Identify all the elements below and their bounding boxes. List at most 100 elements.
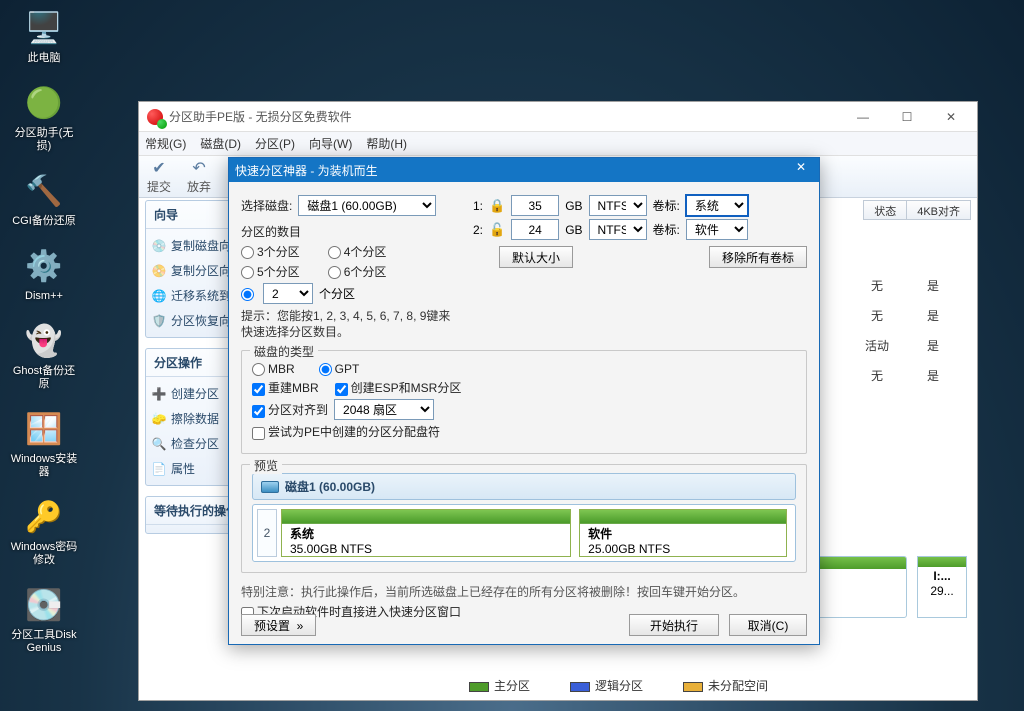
radio-6[interactable]: 6个分区 xyxy=(328,263,387,280)
radio-5[interactable]: 5个分区 xyxy=(241,263,300,280)
app-title: 分区助手PE版 - 无损分区免费软件 xyxy=(169,108,841,125)
desktop-icon-0[interactable]: 🖥️此电脑 xyxy=(8,8,80,65)
desktop-icon-label: 此电脑 xyxy=(8,52,80,65)
desktop-icon-7[interactable]: 💽 分区工具DiskGenius xyxy=(8,585,80,655)
desktop-icon-5[interactable]: 🪟 Windows安装器 xyxy=(8,409,80,479)
titlebar[interactable]: 分区助手PE版 - 无损分区免费软件 — ☐ ✕ xyxy=(139,102,977,132)
partition-row-0: 1: 🔒 GB NTFS 卷标: 系统 xyxy=(469,195,807,216)
maximize-button[interactable]: ☐ xyxy=(885,103,929,131)
drive-size: 29... xyxy=(930,584,953,598)
legend-unalloc: 未分配空间 xyxy=(708,679,768,693)
check-create-esp[interactable]: 创建ESP和MSR分区 xyxy=(335,379,462,396)
desktop-icon-label: 分区工具DiskGenius xyxy=(8,629,80,655)
preview-disk-header: 磁盘1 (60.00GB) xyxy=(252,473,796,500)
vol-select-0[interactable]: 系统 xyxy=(686,195,748,216)
select-disk-dropdown[interactable]: 磁盘1 (60.00GB) xyxy=(298,195,436,216)
desktop-icon-4[interactable]: 👻Ghost备份还原 xyxy=(8,321,80,391)
menu-item-1[interactable]: 磁盘(D) xyxy=(200,135,241,152)
partition-row-1: 2:🔓GBNTFS卷标:软件 xyxy=(469,219,807,240)
radio-mbr[interactable]: MBR xyxy=(252,362,295,376)
legend-logical: 逻辑分区 xyxy=(595,679,643,693)
cell-status-2: 活动 xyxy=(847,332,907,360)
remove-labels-button[interactable]: 移除所有卷标 xyxy=(709,246,807,268)
cell-status-1: 无 xyxy=(847,302,907,330)
pane-item-icon: 🧽 xyxy=(152,412,166,426)
menu-item-2[interactable]: 分区(P) xyxy=(255,135,295,152)
menu-item-0[interactable]: 常规(G) xyxy=(145,135,186,152)
cancel-button[interactable]: 取消(C) xyxy=(729,614,807,636)
pane-item-label: 创建分区 xyxy=(171,385,219,402)
unit-label: GB xyxy=(565,199,582,213)
pane-item-label: 属性 xyxy=(171,460,195,477)
radio-3[interactable]: 3个分区 xyxy=(241,243,300,260)
unit-label: GB xyxy=(565,223,582,237)
cell-4kb-0: 是 xyxy=(909,272,957,300)
menu-item-4[interactable]: 帮助(H) xyxy=(366,135,407,152)
col-status[interactable]: 状态 xyxy=(863,200,907,220)
desktop-icon-label: Dism++ xyxy=(8,290,80,303)
tool-icon: ↶ xyxy=(192,158,205,178)
partition-count-label: 分区的数目 xyxy=(241,225,301,239)
dialog-title: 快速分区神器 - 为装机而生 xyxy=(235,162,789,179)
radio-custom[interactable] xyxy=(241,286,257,300)
desktop-icon-label: 分区助手(无损) xyxy=(8,127,80,153)
vol-select-1[interactable]: 软件 xyxy=(686,219,748,240)
desktop-icon-1[interactable]: 🟢 分区助手(无损) xyxy=(8,83,80,153)
pane-item-icon: 💿 xyxy=(152,239,166,253)
app-glyph-icon: 🟢 xyxy=(24,83,64,123)
drive-card[interactable]: I:... 29... xyxy=(917,556,967,618)
fs-select-1[interactable]: NTFS xyxy=(589,219,647,240)
fs-select-0[interactable]: NTFS xyxy=(589,195,647,216)
desktop-icon-label: Windows安装器 xyxy=(8,453,80,479)
app-glyph-icon: 💽 xyxy=(24,585,64,625)
radio-gpt[interactable]: GPT xyxy=(319,362,360,376)
app-glyph-icon: 🔑 xyxy=(24,497,64,537)
cell-4kb-1: 是 xyxy=(909,302,957,330)
preset-button[interactable]: 预设置 » xyxy=(241,614,316,636)
check-align[interactable]: 分区对齐到 xyxy=(252,401,328,418)
count-hint: 提示：您能按1, 2, 3, 4, 5, 6, 7, 8, 9键来快速选择分区数… xyxy=(241,308,461,340)
disk-icon xyxy=(261,481,279,493)
tool-1[interactable]: ↶放弃 xyxy=(187,158,211,195)
vol-label-label: 卷标: xyxy=(653,197,680,214)
cell-status-0: 无 xyxy=(847,272,907,300)
preview-index: 2 xyxy=(257,509,277,557)
lock-icon[interactable]: 🔒 xyxy=(489,198,505,214)
pane-item-icon: 📀 xyxy=(152,264,166,278)
start-button[interactable]: 开始执行 xyxy=(629,614,719,636)
part-index: 1: xyxy=(469,199,483,213)
right-rows: 无是无是活动是无是 xyxy=(845,270,959,392)
tool-label: 提交 xyxy=(147,178,171,195)
pane-item-label: 擦除数据 xyxy=(171,410,219,427)
pane-item-icon: 🔍 xyxy=(152,437,166,451)
custom-count-select[interactable]: 2 xyxy=(263,283,313,304)
desktop-icon-2[interactable]: 🔨CGI备份还原 xyxy=(8,171,80,228)
size-input-0[interactable] xyxy=(511,195,559,216)
default-size-button[interactable]: 默认大小 xyxy=(499,246,573,268)
align-select[interactable]: 2048 扇区 xyxy=(334,399,434,420)
menubar[interactable]: 常规(G) 磁盘(D) 分区(P) 向导(W) 帮助(H) xyxy=(139,132,977,156)
desktop-icon-3[interactable]: ⚙️Dism++ xyxy=(8,246,80,303)
desktop-icon-6[interactable]: 🔑Windows密码修改 xyxy=(8,497,80,567)
disk-type-group: 磁盘的类型 MBR GPT 重建MBR 创建ESP和MSR分区 分区对齐到 20… xyxy=(241,350,807,454)
radio-4[interactable]: 4个分区 xyxy=(328,243,387,260)
close-button[interactable]: ✕ xyxy=(929,103,973,131)
minimize-button[interactable]: — xyxy=(841,103,885,131)
check-rebuild-mbr[interactable]: 重建MBR xyxy=(252,379,319,396)
pane-item-label: 检查分区 xyxy=(171,435,219,452)
menu-item-3[interactable]: 向导(W) xyxy=(309,135,352,152)
disk-type-label: 磁盘的类型 xyxy=(250,343,318,360)
col-4kb[interactable]: 4KB对齐 xyxy=(907,200,971,220)
tool-0[interactable]: ✔提交 xyxy=(147,158,171,195)
size-input-1[interactable] xyxy=(511,219,559,240)
dialog-close-button[interactable]: ✕ xyxy=(789,160,813,180)
check-assign-letter[interactable]: 尝试为PE中创建的分区分配盘符 xyxy=(252,423,440,440)
preview-part-2[interactable]: 软件25.00GB NTFS xyxy=(579,509,787,557)
desktop: 🖥️此电脑 🟢 分区助手(无损) 🔨CGI备份还原 ⚙️Dism++ 👻Ghost备份还原… xyxy=(0,0,1024,711)
app-glyph-icon: 🪟 xyxy=(24,409,64,449)
lock-icon[interactable]: 🔓 xyxy=(489,222,505,238)
quick-partition-dialog: 快速分区神器 - 为装机而生 ✕ 选择磁盘: 磁盘1 (60.00GB) 分区的… xyxy=(228,157,820,645)
preview-part-1[interactable]: 系统35.00GB NTFS xyxy=(281,509,571,557)
select-disk-label: 选择磁盘: xyxy=(241,197,292,214)
dialog-titlebar[interactable]: 快速分区神器 - 为装机而生 ✕ xyxy=(229,158,819,182)
